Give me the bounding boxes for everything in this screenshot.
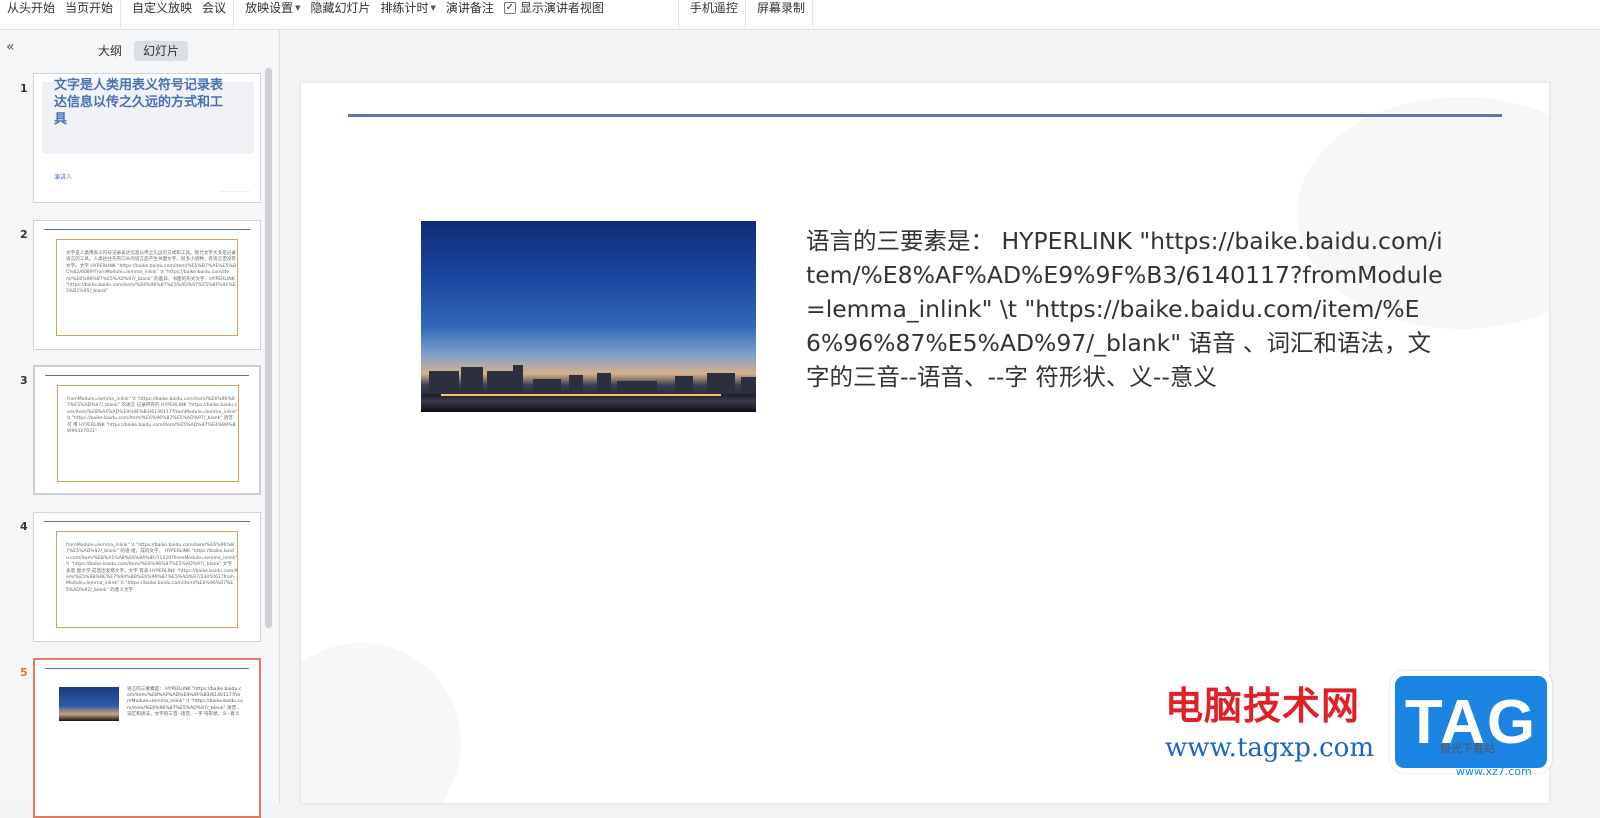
building <box>461 367 483 396</box>
slideshow-toolbar: 从头开始 当页开始 自定义放映 会议 放映设置 ▼ 隐藏幻灯片 排练计时 ▼ 演讲备… <box>0 0 1600 30</box>
watermark-url: www.tagxp.com <box>1165 733 1374 763</box>
thumbnail-image <box>59 687 119 721</box>
thumbnail-title: 文字是人类用表义符号记录表达信息以传之久远的方式和工具 <box>54 78 224 127</box>
custom-show-button[interactable]: 自定义放映 <box>127 0 197 16</box>
building <box>513 365 523 396</box>
top-rule <box>45 668 249 669</box>
phone-remote-button[interactable]: 手机遥控 <box>685 0 743 16</box>
tag-logo-icon: TAG <box>1390 671 1552 773</box>
screen-record-button[interactable]: 屏幕录制 <box>752 0 810 16</box>
thumbnail-text: fromModule=lemma_inlink" \t "https://bai… <box>66 543 238 593</box>
city-lights <box>441 394 721 396</box>
water-reflection <box>421 394 756 412</box>
city-night-photo[interactable] <box>421 221 756 412</box>
rehearse-timing-dropdown[interactable]: 排练计时 ▼ <box>375 0 440 16</box>
decoration-line <box>220 191 250 192</box>
presenter-view-label: 显示演讲者视图 <box>519 1 604 15</box>
meeting-button[interactable]: 会议 <box>197 0 231 16</box>
speaker-notes-button[interactable]: 演讲备注 <box>441 0 499 16</box>
building <box>675 376 693 396</box>
slide-thumbnail-3[interactable]: fromModule=lemma_inlink" \t "https://bai… <box>33 365 261 495</box>
start-from-beginning-button[interactable]: 从头开始 <box>2 0 60 16</box>
building <box>707 373 735 396</box>
building <box>597 373 611 396</box>
slide-thumbnail-4[interactable]: fromModule=lemma_inlink" \t "https://bai… <box>33 512 261 642</box>
tab-slides[interactable]: 幻灯片 <box>134 41 189 61</box>
top-rule <box>45 375 249 376</box>
slide-number: 4 <box>20 520 28 533</box>
hide-slide-button[interactable]: 隐藏幻灯片 <box>305 0 375 16</box>
collapse-panel-icon[interactable]: « <box>6 40 20 54</box>
slide-navigation-panel: « 大纲 幻灯片 1 文字是人类用表义符号记录表达信息以传之久远的方式和工具 演… <box>0 30 280 818</box>
top-rule <box>44 521 250 522</box>
watermark-title: 电脑技术网 <box>1165 683 1361 728</box>
top-rule <box>44 229 250 230</box>
thumbnail-subtitle: 演讲人 <box>54 174 73 181</box>
presenter-view-toggle[interactable]: ✓ 显示演讲者视图 <box>499 0 676 16</box>
slide-number: 1 <box>20 82 28 95</box>
watermark-site-name: 极光下载站 <box>1440 742 1495 755</box>
chevron-down-icon: ▼ <box>295 4 301 12</box>
building <box>569 375 583 396</box>
slide-number: 2 <box>20 228 28 241</box>
slide-number: 3 <box>20 374 28 387</box>
record-group: 屏幕录制 <box>746 0 813 28</box>
top-accent-line <box>348 114 1502 117</box>
custom-group: 自定义放映 会议 <box>121 0 235 28</box>
thumbnail-text: fromModule=lemma_inlink" \t "https://bai… <box>67 397 238 435</box>
settings-group: 放映设置 ▼ 隐藏幻灯片 排练计时 ▼ 演讲备注 ✓ 显示演讲者视图 <box>234 0 679 28</box>
tab-outline[interactable]: 大纲 <box>89 41 131 61</box>
slide-body-text[interactable]: 语言的三要素是： HYPERLINK "https://baike.baidu.… <box>806 224 1446 394</box>
background-decoration <box>301 643 461 803</box>
slide-thumbnail-1[interactable]: 文字是人类用表义符号记录表达信息以传之久远的方式和工具 演讲人 <box>33 73 261 203</box>
building <box>429 371 459 396</box>
slide-thumbnail-2[interactable]: 文字是人类用表义符号记录表达信息以传之久远的方式和工具。现代文字大多是记录语言的… <box>33 220 261 350</box>
thumbnail-scrollbar[interactable] <box>265 68 272 628</box>
checkbox-checked-icon[interactable]: ✓ <box>503 2 516 14</box>
panel-header: « 大纲 幻灯片 <box>0 30 279 66</box>
building <box>487 371 513 396</box>
slideshow-settings-label: 放映设置 <box>245 1 294 15</box>
slideshow-settings-dropdown[interactable]: 放映设置 ▼ <box>240 0 305 16</box>
start-from-current-button[interactable]: 当页开始 <box>60 0 118 16</box>
slide-number: 5 <box>20 666 28 679</box>
slide-thumbnail-5[interactable]: 语言的三要素是： HYPERLINK "https://baike.baidu.… <box>33 658 261 818</box>
rehearse-timing-label: 排练计时 <box>380 1 429 15</box>
remote-group: 手机遥控 <box>679 0 746 28</box>
thumbnail-text: 文字是人类用表义符号记录表达信息以传之久远的方式和工具。现代文字大多是记录语言的… <box>66 251 237 295</box>
chevron-down-icon: ▼ <box>430 4 436 12</box>
thumbnail-text: 语言的三要素是： HYPERLINK "https://baike.baidu.… <box>127 687 243 717</box>
start-group: 从头开始 当页开始 <box>0 0 122 28</box>
watermark-site-url: www.xz7.com <box>1456 765 1532 778</box>
current-slide[interactable]: 语言的三要素是： HYPERLINK "https://baike.baidu.… <box>301 83 1549 803</box>
